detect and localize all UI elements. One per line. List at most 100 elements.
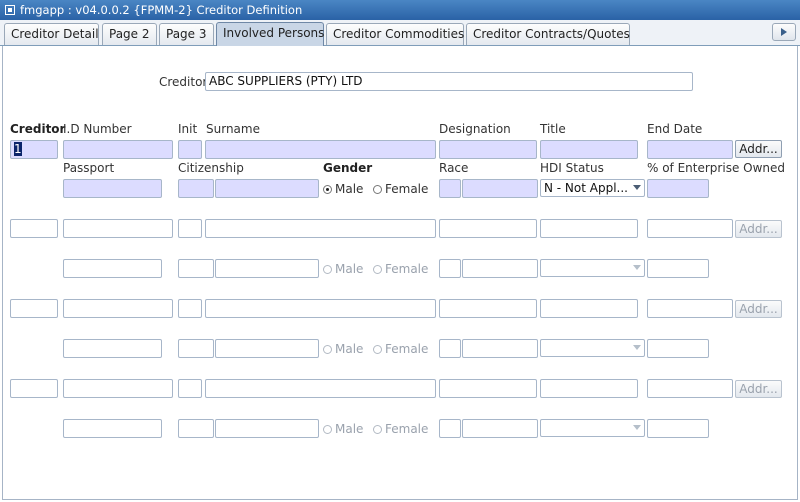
row3-race-code-field[interactable] bbox=[439, 339, 461, 358]
chevron-down-icon bbox=[633, 345, 641, 350]
row4-address-button[interactable]: Addr... bbox=[735, 380, 782, 398]
row4-gender-female-radio[interactable]: Female bbox=[373, 422, 428, 436]
row2-race-code-field[interactable] bbox=[439, 259, 461, 278]
row4-title-field[interactable] bbox=[540, 379, 638, 398]
row3-passport-field[interactable] bbox=[63, 339, 162, 358]
row1-surname-field[interactable] bbox=[205, 140, 436, 159]
row1-citizenship-name-field[interactable] bbox=[215, 179, 319, 198]
creditor-label: Creditor bbox=[159, 75, 208, 89]
row2-citizenship-name-field[interactable] bbox=[215, 259, 319, 278]
row1-race-code-field[interactable] bbox=[439, 179, 461, 198]
row2-creditor-field[interactable] bbox=[10, 219, 58, 238]
row4-init-field[interactable] bbox=[178, 379, 202, 398]
chevron-down-icon bbox=[633, 425, 641, 430]
radio-unselected-icon bbox=[373, 425, 382, 434]
row1-init-field[interactable] bbox=[178, 140, 202, 159]
chevron-down-icon bbox=[633, 185, 641, 190]
row1-designation-field[interactable] bbox=[439, 140, 537, 159]
row4-citizenship-code-field[interactable] bbox=[178, 419, 214, 438]
header-end-date: End Date bbox=[647, 122, 703, 136]
window-title: fmgapp : v04.0.0.2 {FPMM-2} Creditor Def… bbox=[20, 3, 303, 17]
app-icon bbox=[5, 5, 15, 15]
row1-title-field[interactable] bbox=[540, 140, 638, 159]
row4-hdi-status-select[interactable] bbox=[540, 419, 645, 437]
header-race: Race bbox=[439, 161, 469, 175]
row4-race-name-field[interactable] bbox=[462, 419, 538, 438]
row1-race-name-field[interactable] bbox=[462, 179, 538, 198]
row1-address-button[interactable]: Addr... bbox=[735, 140, 782, 158]
header-id-number: I.D Number bbox=[63, 122, 132, 136]
row1-gender-male-radio[interactable]: Male bbox=[323, 182, 363, 196]
row4-pct-owned-field[interactable] bbox=[647, 419, 709, 438]
row4-designation-field[interactable] bbox=[439, 379, 537, 398]
row2-race-name-field[interactable] bbox=[462, 259, 538, 278]
row2-address-button[interactable]: Addr... bbox=[735, 220, 782, 238]
row3-init-field[interactable] bbox=[178, 299, 202, 318]
row3-end-date-field[interactable] bbox=[647, 299, 733, 318]
radio-unselected-icon bbox=[323, 345, 332, 354]
row1-creditor-field[interactable]: 1 bbox=[10, 140, 58, 159]
header-surname: Surname bbox=[206, 122, 260, 136]
row4-surname-field[interactable] bbox=[205, 379, 436, 398]
header-gender: Gender bbox=[323, 161, 373, 175]
row2-title-field[interactable] bbox=[540, 219, 638, 238]
tab-involved-persons[interactable]: Involved Persons bbox=[216, 22, 324, 46]
row1-end-date-field[interactable] bbox=[647, 140, 733, 159]
tab-creditor-commodities[interactable]: Creditor Commodities bbox=[326, 23, 464, 45]
tab-creditor-contracts-quotes[interactable]: Creditor Contracts/Quotes bbox=[466, 23, 630, 45]
row1-passport-field[interactable] bbox=[63, 179, 162, 198]
tab-page-2[interactable]: Page 2 bbox=[102, 23, 157, 45]
row3-designation-field[interactable] bbox=[439, 299, 537, 318]
row3-citizenship-code-field[interactable] bbox=[178, 339, 214, 358]
header-title: Title bbox=[540, 122, 566, 136]
tab-creditor-detail[interactable]: Creditor Detail bbox=[4, 23, 99, 45]
row2-gender-female-radio[interactable]: Female bbox=[373, 262, 428, 276]
row2-id-number-field[interactable] bbox=[63, 219, 173, 238]
row2-pct-owned-field[interactable] bbox=[647, 259, 709, 278]
row2-end-date-field[interactable] bbox=[647, 219, 733, 238]
row1-gender-female-radio[interactable]: Female bbox=[373, 182, 428, 196]
header-hdi-status: HDI Status bbox=[540, 161, 604, 175]
row3-hdi-status-select[interactable] bbox=[540, 339, 645, 357]
tab-scroll-right-button[interactable] bbox=[772, 23, 796, 41]
row4-creditor-field[interactable] bbox=[10, 379, 58, 398]
row2-gender-male-radio[interactable]: Male bbox=[323, 262, 363, 276]
row4-gender-male-radio[interactable]: Male bbox=[323, 422, 363, 436]
header-passport: Passport bbox=[63, 161, 115, 175]
header-designation: Designation bbox=[439, 122, 511, 136]
row2-citizenship-code-field[interactable] bbox=[178, 259, 214, 278]
row3-race-name-field[interactable] bbox=[462, 339, 538, 358]
window-titlebar: fmgapp : v04.0.0.2 {FPMM-2} Creditor Def… bbox=[0, 0, 800, 20]
radio-unselected-icon bbox=[323, 265, 332, 274]
row4-race-code-field[interactable] bbox=[439, 419, 461, 438]
row3-address-button[interactable]: Addr... bbox=[735, 300, 782, 318]
row3-creditor-field[interactable] bbox=[10, 299, 58, 318]
row3-pct-owned-field[interactable] bbox=[647, 339, 709, 358]
creditor-name-field[interactable]: ABC SUPPLIERS (PTY) LTD bbox=[205, 72, 693, 91]
row3-id-number-field[interactable] bbox=[63, 299, 173, 318]
row2-hdi-status-select[interactable] bbox=[540, 259, 645, 277]
row3-citizenship-name-field[interactable] bbox=[215, 339, 319, 358]
row3-gender-male-radio[interactable]: Male bbox=[323, 342, 363, 356]
row1-hdi-status-select[interactable]: N - Not Appl... bbox=[540, 179, 645, 197]
row2-surname-field[interactable] bbox=[205, 219, 436, 238]
chevron-down-icon bbox=[633, 265, 641, 270]
tab-page-3[interactable]: Page 3 bbox=[159, 23, 214, 45]
row3-title-field[interactable] bbox=[540, 299, 638, 318]
tab-strip: Creditor Detail Page 2 Page 3 Involved P… bbox=[0, 20, 800, 46]
row4-citizenship-name-field[interactable] bbox=[215, 419, 319, 438]
row1-id-number-field[interactable] bbox=[63, 140, 173, 159]
row4-id-number-field[interactable] bbox=[63, 379, 173, 398]
header-citizenship: Citizenship bbox=[178, 161, 244, 175]
header-creditor: Creditor bbox=[10, 122, 66, 136]
row4-end-date-field[interactable] bbox=[647, 379, 733, 398]
radio-unselected-icon bbox=[373, 185, 382, 194]
row3-gender-female-radio[interactable]: Female bbox=[373, 342, 428, 356]
row1-citizenship-code-field[interactable] bbox=[178, 179, 214, 198]
row2-init-field[interactable] bbox=[178, 219, 202, 238]
row1-pct-owned-field[interactable] bbox=[647, 179, 709, 198]
row2-passport-field[interactable] bbox=[63, 259, 162, 278]
row4-passport-field[interactable] bbox=[63, 419, 162, 438]
row3-surname-field[interactable] bbox=[205, 299, 436, 318]
row2-designation-field[interactable] bbox=[439, 219, 537, 238]
